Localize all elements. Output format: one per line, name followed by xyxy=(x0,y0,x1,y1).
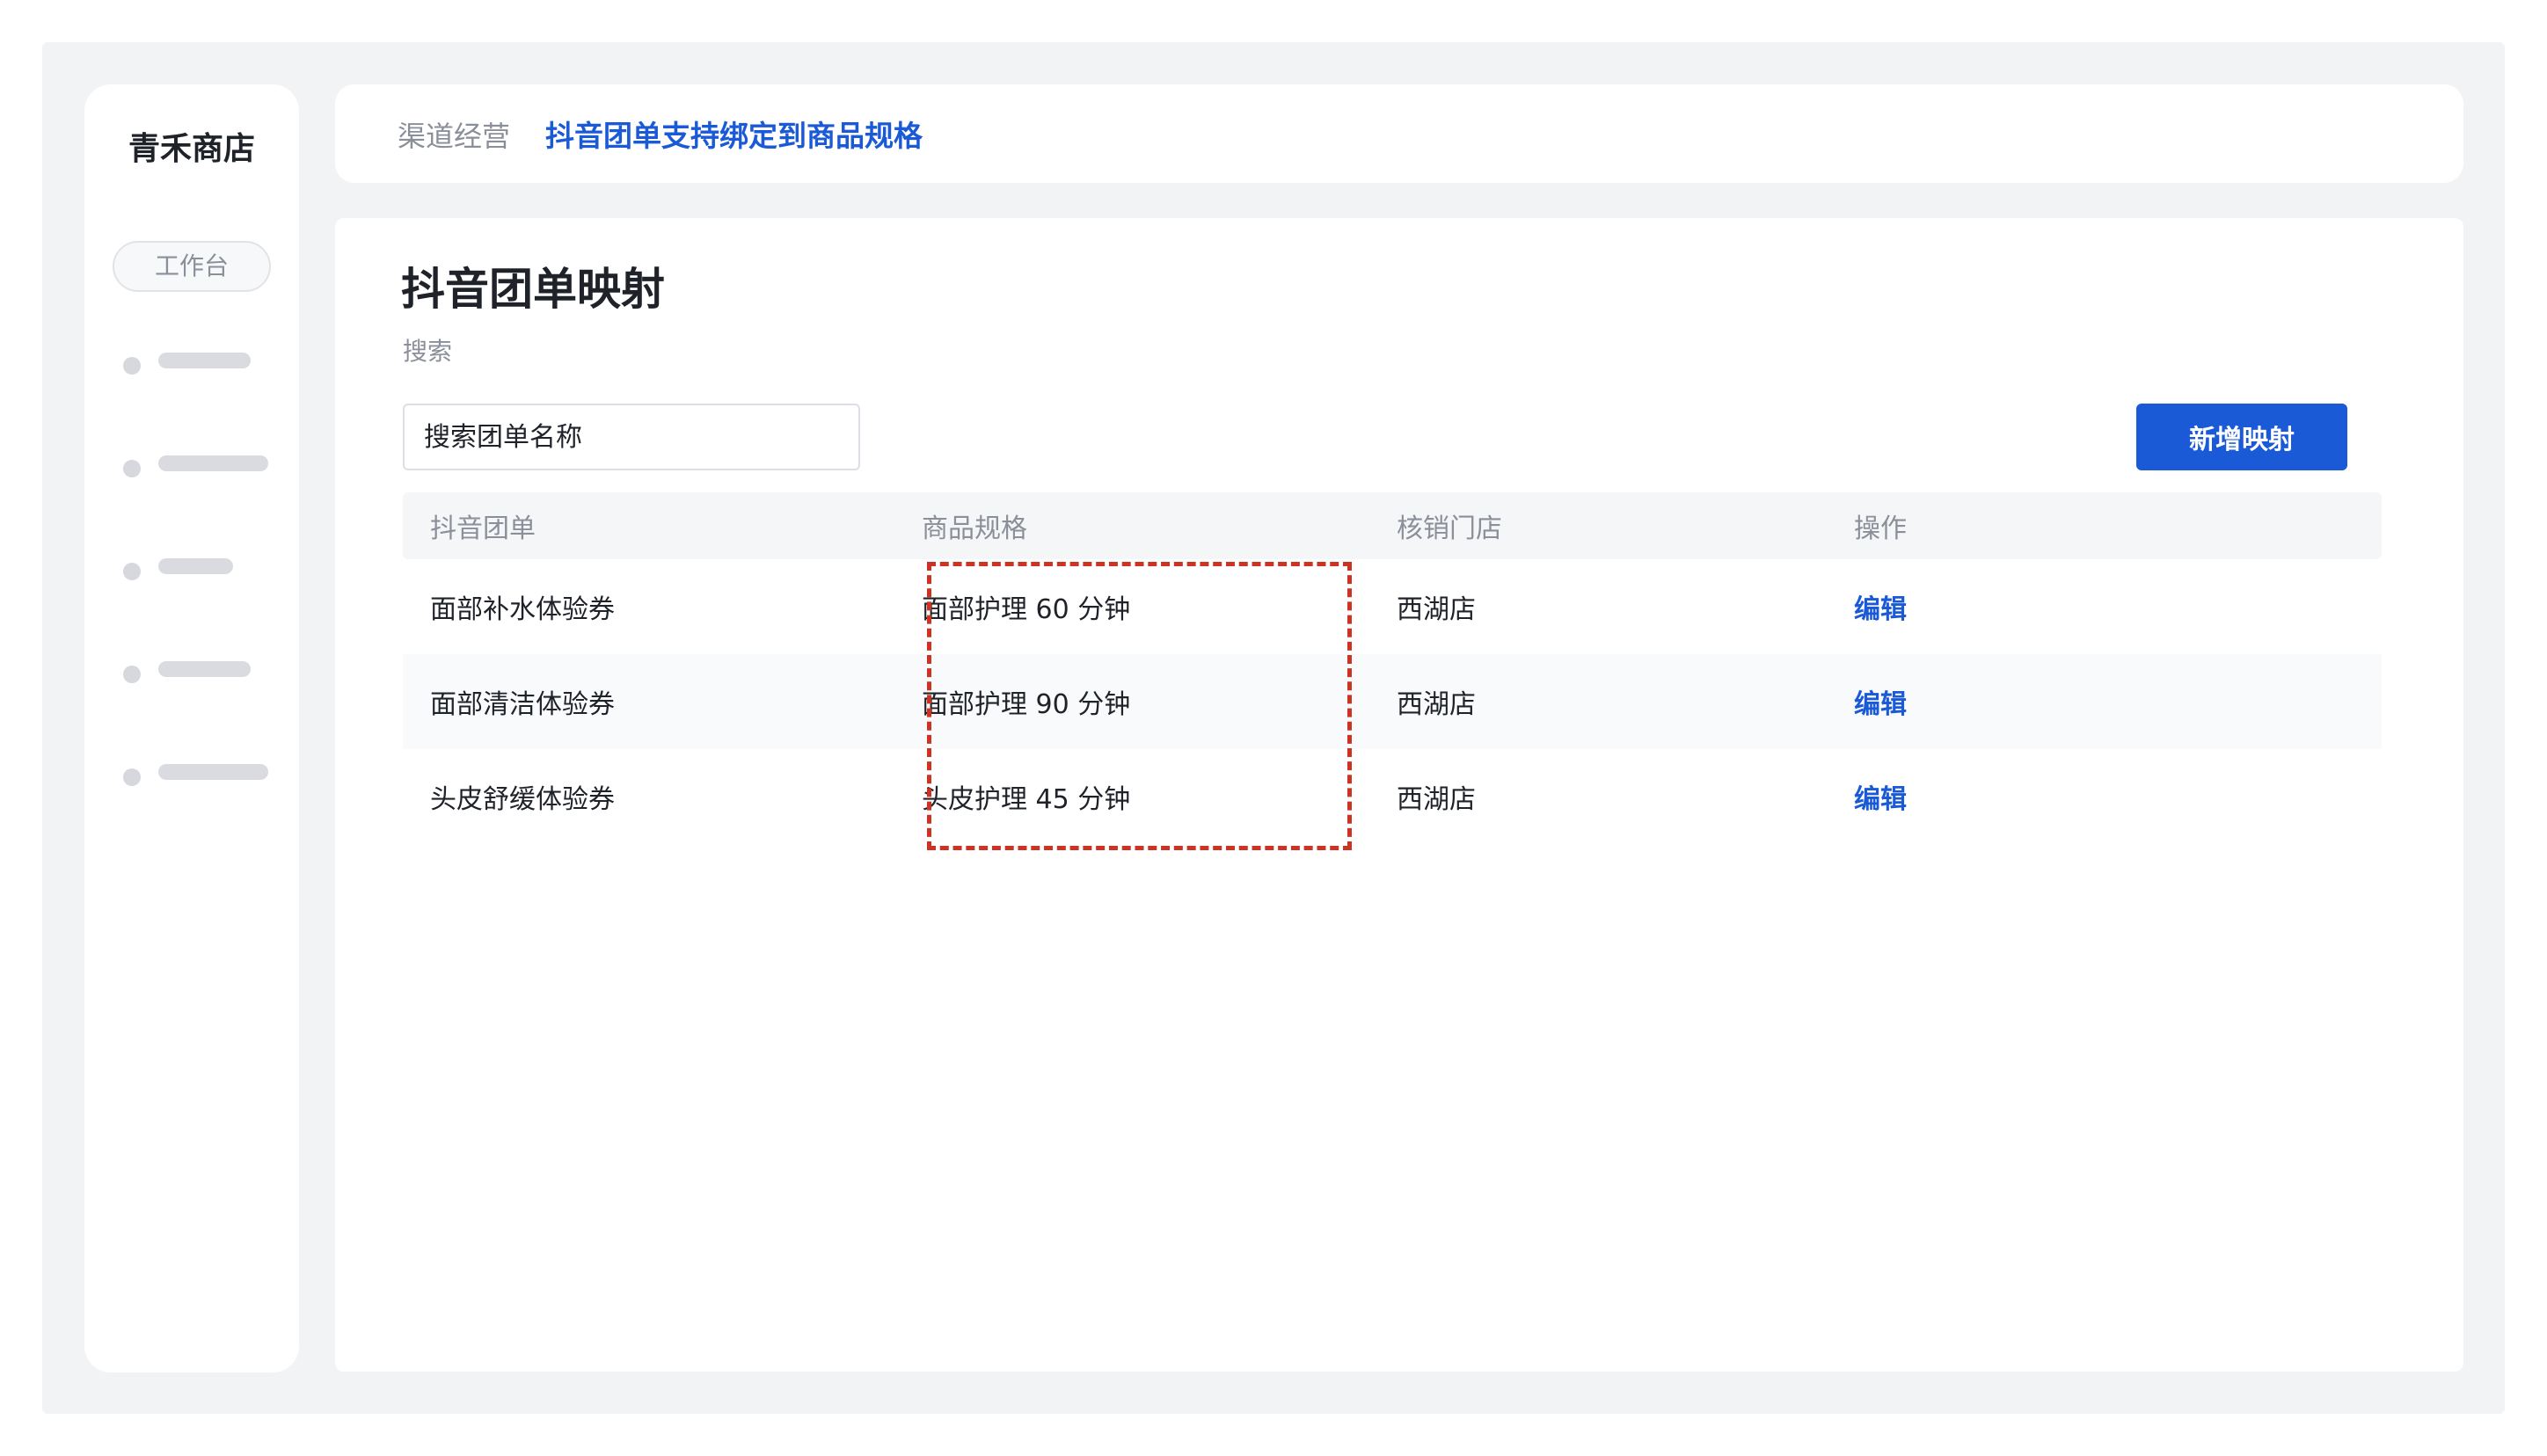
column-header-deal: 抖音团单 xyxy=(430,513,536,544)
deal-name: 面部补水体验券 xyxy=(430,594,615,625)
edit-link[interactable]: 编辑 xyxy=(1854,559,1907,654)
sidebar-item-placeholder-3[interactable] xyxy=(158,558,233,574)
sidebar-item-placeholder-1[interactable] xyxy=(158,353,251,368)
edit-link[interactable]: 编辑 xyxy=(1854,654,1907,749)
table-row: 面部清洁体验券 面部护理 90 分钟 西湖店 编辑 xyxy=(403,654,2382,749)
sidebar-item-placeholder-2[interactable] xyxy=(158,455,268,471)
sidebar-item-workspace[interactable]: 工作台 xyxy=(113,241,271,292)
page-title: 抖音团单映射 xyxy=(401,264,665,315)
table-row: 头皮舒缓体验券 头皮护理 45 分钟 西湖店 编辑 xyxy=(403,749,2382,844)
search-label: 搜索 xyxy=(403,337,453,366)
deal-name: 头皮舒缓体验券 xyxy=(430,784,615,815)
sidebar-item-placeholder-4[interactable] xyxy=(158,661,251,677)
breadcrumb-parent[interactable]: 渠道经营 xyxy=(398,118,510,155)
sidebar-item-dot-5 xyxy=(123,768,141,786)
column-header-action: 操作 xyxy=(1854,513,1907,544)
sidebar-item-dot-4 xyxy=(123,666,141,683)
sidebar-item-dot-2 xyxy=(123,460,141,477)
store-name: 西湖店 xyxy=(1397,784,1476,815)
sidebar-item-dot-3 xyxy=(123,563,141,580)
product-spec: 面部护理 60 分钟 xyxy=(922,594,1131,625)
deal-name: 面部清洁体验券 xyxy=(430,689,615,720)
store-name: 西湖店 xyxy=(1397,594,1476,625)
edit-link[interactable]: 编辑 xyxy=(1854,749,1907,844)
column-header-spec: 商品规格 xyxy=(922,513,1027,544)
mapping-table: 抖音团单 商品规格 核销门店 操作 面部补水体验券 面部护理 60 分钟 西湖店… xyxy=(403,492,2382,844)
product-spec: 面部护理 90 分钟 xyxy=(922,689,1131,720)
store-name: 西湖店 xyxy=(1397,689,1476,720)
column-header-store: 核销门店 xyxy=(1397,513,1502,544)
store-brand: 青禾商店 xyxy=(128,131,255,167)
product-spec: 头皮护理 45 分钟 xyxy=(922,784,1131,815)
table-header: 抖音团单 商品规格 核销门店 操作 xyxy=(403,492,2382,559)
search-input[interactable] xyxy=(403,404,860,470)
sidebar-item-dot-1 xyxy=(123,357,141,375)
table-row: 面部补水体验券 面部护理 60 分钟 西湖店 编辑 xyxy=(403,559,2382,654)
sidebar-item-placeholder-5[interactable] xyxy=(158,764,268,780)
breadcrumb-current: 抖音团单支持绑定到商品规格 xyxy=(545,119,923,153)
add-mapping-button[interactable]: 新增映射 xyxy=(2136,404,2347,470)
